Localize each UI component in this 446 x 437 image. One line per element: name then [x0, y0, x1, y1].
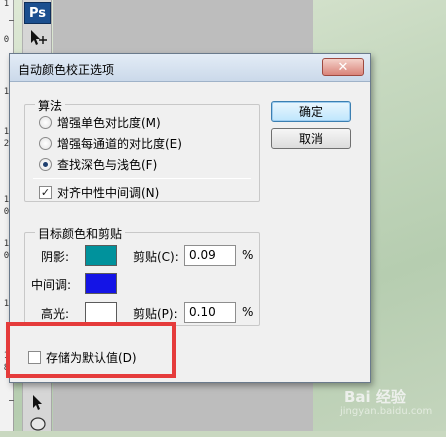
shadows-clip-label: 剪贴(C):: [133, 250, 179, 264]
radio-label: 查找深色与浅色(F): [57, 158, 158, 172]
radio-button[interactable]: [39, 137, 52, 150]
close-button[interactable]: ✕: [322, 58, 364, 76]
highlights-percent: %: [242, 305, 254, 319]
highlights-color-swatch[interactable]: [85, 302, 117, 323]
divider: [33, 178, 251, 179]
ruler-number: 0: [3, 35, 10, 45]
shadows-clip-input[interactable]: 0.09: [184, 245, 236, 266]
highlights-label: 高光:: [41, 307, 70, 321]
algorithm-group: 算法 增强单色对比度(M) 增强每通道的对比度(E) 查找深色与浅色(F) ✓ …: [24, 97, 260, 202]
direct-selection-tool-icon[interactable]: [27, 392, 49, 412]
radio-button[interactable]: [39, 158, 52, 171]
highlight-annotation-box: [6, 322, 176, 378]
shadows-label: 阴影:: [41, 250, 70, 264]
highlights-clip-label: 剪贴(P):: [133, 307, 178, 321]
checkbox-label: 对齐中性中间调(N): [57, 186, 160, 200]
radio-label: 增强每通道的对比度(E): [57, 137, 182, 151]
radio-button[interactable]: [39, 116, 52, 129]
shadows-color-swatch[interactable]: [85, 245, 117, 266]
radio-enhance-monochromatic[interactable]: 增强单色对比度(M): [39, 114, 161, 131]
checkbox-snap-neutral-midtones[interactable]: ✓ 对齐中性中间调(N): [39, 184, 159, 201]
radio-label: 增强单色对比度(M): [57, 116, 161, 130]
ok-button[interactable]: 确定: [271, 101, 351, 122]
watermark-url: jingyan.baidu.com: [340, 406, 433, 417]
algorithm-legend: 算法: [35, 97, 66, 114]
ellipse-tool-icon[interactable]: [27, 414, 49, 434]
radio-find-dark-light[interactable]: 查找深色与浅色(F): [39, 156, 157, 173]
move-tool-icon[interactable]: [27, 28, 49, 48]
midtones-color-swatch[interactable]: [85, 273, 117, 294]
ruler-number: 1: [3, 0, 10, 9]
cancel-button[interactable]: 取消: [271, 128, 351, 149]
target-colors-legend: 目标颜色和剪贴: [35, 225, 126, 242]
photoshop-logo: Ps: [24, 2, 51, 24]
checkbox[interactable]: ✓: [39, 186, 52, 199]
watermark: Bai 经验 jingyan.baidu.com: [300, 384, 446, 424]
shadows-percent: %: [242, 248, 254, 262]
dialog-title: 自动颜色校正选项: [18, 63, 115, 77]
dialog-titlebar[interactable]: 自动颜色校正选项 ✕: [10, 54, 370, 82]
close-icon: ✕: [337, 59, 349, 75]
midtones-label: 中间调:: [31, 278, 72, 292]
radio-enhance-per-channel[interactable]: 增强每通道的对比度(E): [39, 135, 182, 152]
target-colors-group: 目标颜色和剪贴 阴影: 剪贴(C): 0.09 % 中间调: 高光: 剪贴(P)…: [24, 225, 260, 326]
highlights-clip-input[interactable]: 0.10: [184, 302, 236, 323]
watermark-logo-text: Bai 经验: [344, 388, 406, 406]
